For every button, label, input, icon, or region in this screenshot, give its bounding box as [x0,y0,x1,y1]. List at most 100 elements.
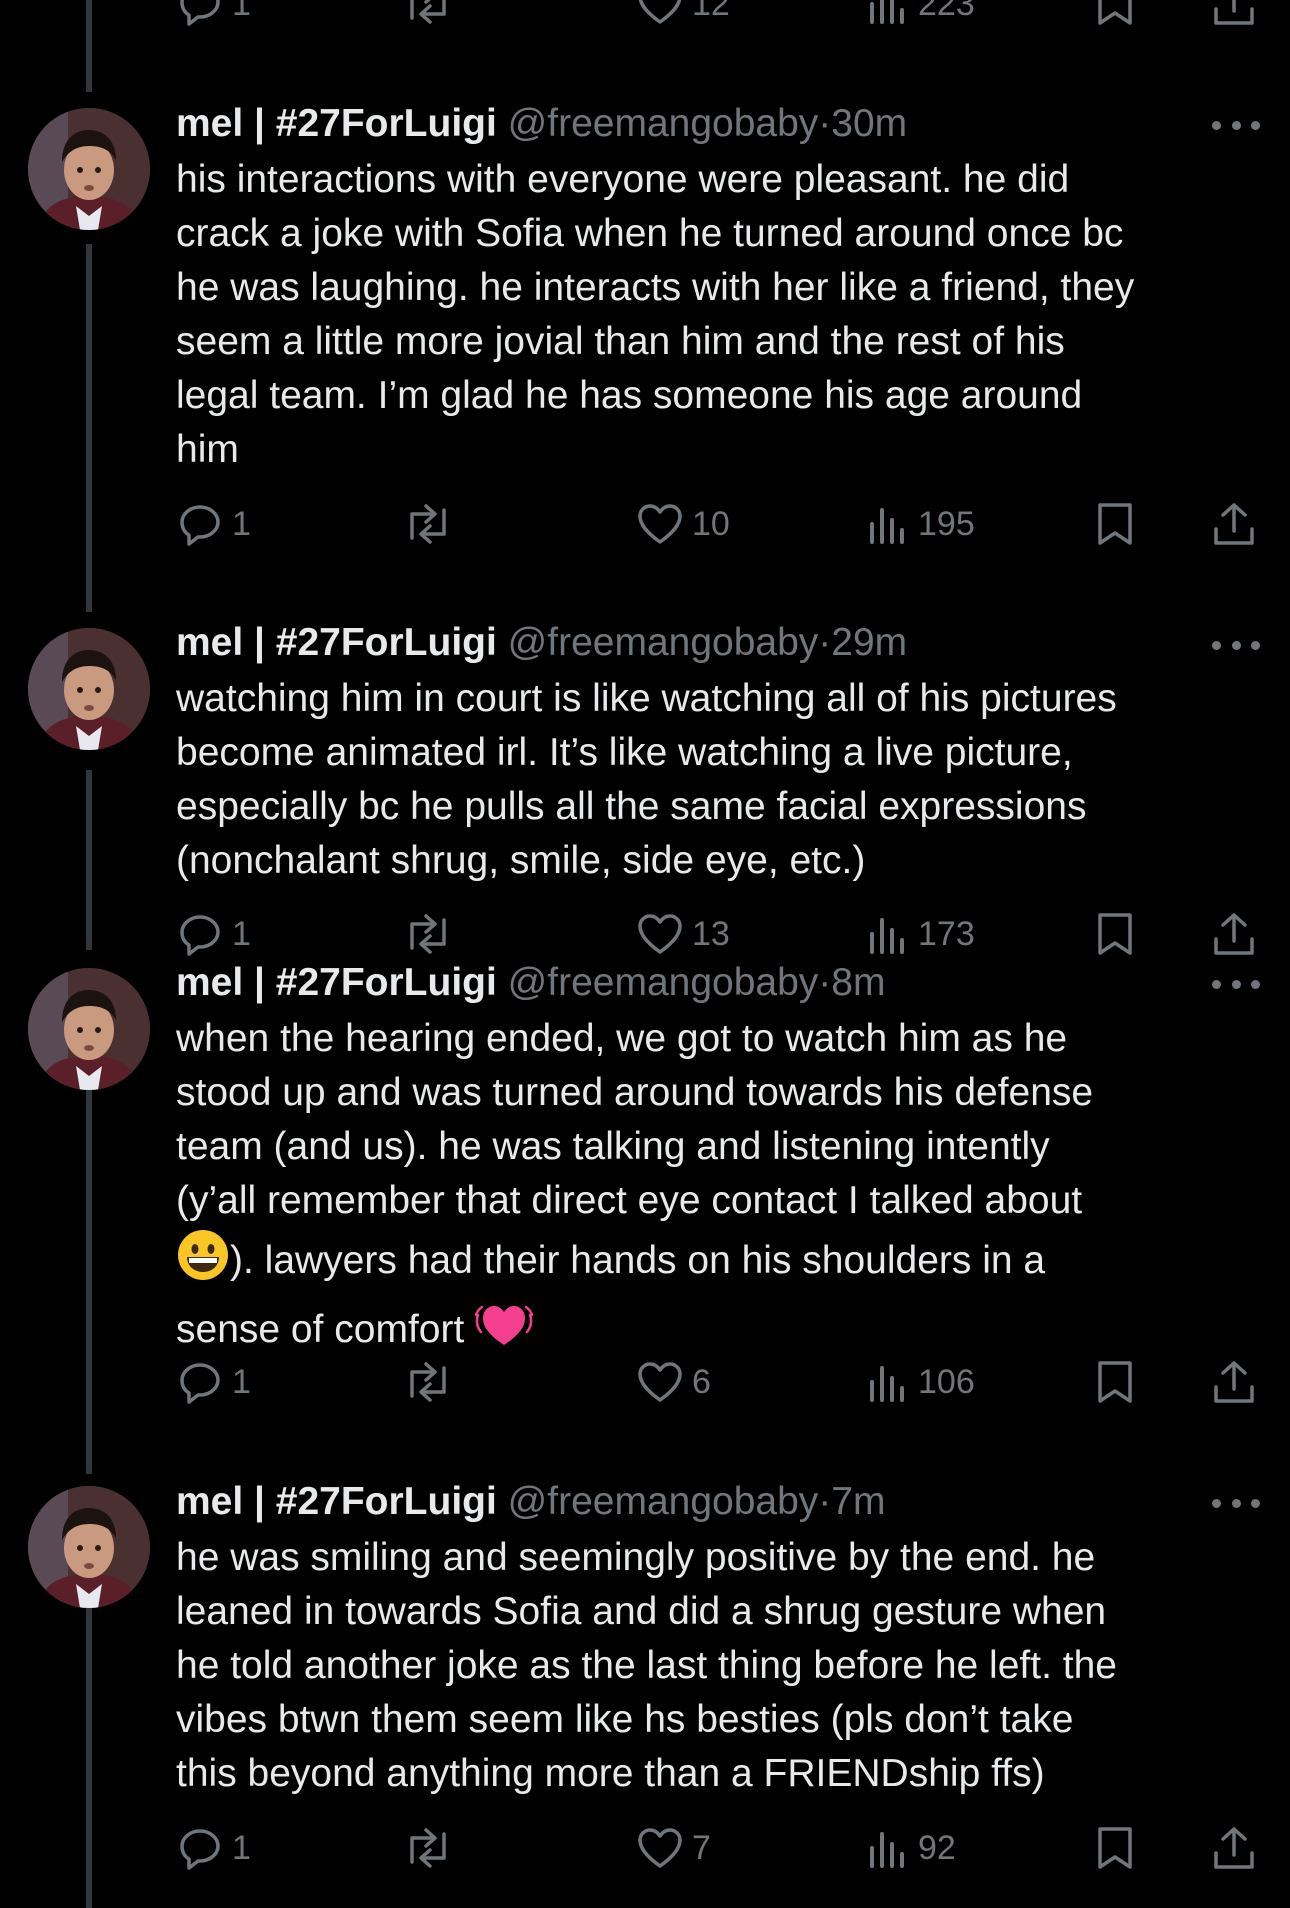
tweet-text: when the hearing ended, we got to watch … [176,1012,1246,1366]
share-icon [1214,1827,1254,1869]
tweet-header: mel | #27ForLuigi @freemangobaby·7m [176,1477,885,1527]
timestamp[interactable]: 30m [831,102,907,145]
more-options-button[interactable] [1212,638,1260,652]
more-options-button[interactable] [1212,977,1260,991]
like-button[interactable]: 7 [636,1824,711,1872]
more-dot-icon [1212,1498,1221,1508]
more-dot-icon [1251,979,1260,989]
reply-icon [180,915,220,956]
like-button[interactable]: 13 [636,910,730,958]
bookmark-button[interactable] [1094,1358,1136,1406]
reply-button[interactable]: 1 [176,1824,251,1872]
share-icon [1214,1361,1254,1403]
reply-icon [180,1363,220,1404]
more-dot-icon [1212,640,1221,650]
thread-line [86,1090,92,1474]
user-handle[interactable]: @freemangobaby [508,961,819,1004]
share-button[interactable] [1212,0,1256,28]
timestamp[interactable]: 7m [831,1480,885,1523]
bookmark-button[interactable] [1094,910,1136,958]
display-name[interactable]: mel | #27ForLuigi [176,621,497,664]
profile-photo [28,1486,150,1608]
separator: · [818,1480,832,1523]
like-button[interactable]: 12 [636,0,730,28]
more-dot-icon [1251,640,1260,650]
reply-button[interactable]: 1 [176,910,251,958]
like-button[interactable]: 6 [636,1358,711,1406]
user-handle[interactable]: @freemangobaby [508,621,819,664]
views-button[interactable]: 173 [866,910,975,958]
display-name[interactable]: mel | #27ForLuigi [176,1480,497,1523]
tweet-text: his interactions with everyone were plea… [176,158,1135,471]
retweet-icon [410,1828,446,1868]
like-count: 7 [692,1828,711,1867]
views-icon [870,1832,904,1868]
avatar[interactable] [28,1486,150,1608]
share-button[interactable] [1212,1824,1256,1872]
reply-button[interactable]: 1 [176,500,251,548]
tweet-actions: 1 6 106 [0,1358,1290,1406]
share-icon [1214,913,1254,955]
reply-button[interactable]: 1 [176,1358,251,1406]
profile-photo [28,628,150,750]
more-options-button[interactable] [1212,1496,1260,1510]
separator: · [818,102,832,145]
share-button[interactable] [1212,1358,1256,1406]
retweet-button[interactable] [400,1358,456,1406]
retweet-button[interactable] [400,500,456,548]
retweet-icon [410,914,446,954]
bookmark-icon [1098,913,1132,955]
avatar[interactable] [28,628,150,750]
display-name[interactable]: mel | #27ForLuigi [176,102,497,145]
reply-icon [180,0,220,26]
views-button[interactable]: 106 [866,1358,975,1406]
timestamp[interactable]: 8m [831,961,885,1004]
retweet-icon [410,0,446,24]
views-button[interactable]: 92 [866,1824,956,1872]
share-icon [1214,503,1254,545]
bookmark-button[interactable] [1094,500,1136,548]
timestamp[interactable]: 29m [831,621,907,664]
views-button[interactable]: 195 [866,500,975,548]
tweet-header: mel | #27ForLuigi @freemangobaby·30m [176,99,907,149]
retweet-button[interactable] [400,1824,456,1872]
reply-count: 1 [232,0,251,23]
previous-tweet-actions: 1 12 223 [0,0,1290,28]
reply-count: 1 [232,1828,251,1867]
bookmark-icon [1098,0,1132,25]
user-handle[interactable]: @freemangobaby [508,102,819,145]
reply-count: 1 [232,914,251,953]
avatar[interactable] [28,968,150,1090]
heart-icon [638,1362,682,1402]
share-button[interactable] [1212,910,1256,958]
views-count: 173 [918,914,975,953]
tweet-text: watching him in court is like watching a… [176,677,1117,882]
bookmark-icon [1098,503,1132,545]
like-count: 6 [692,1362,711,1401]
more-dot-icon [1231,979,1241,989]
more-dot-icon [1212,120,1221,130]
views-button[interactable]: 223 [866,0,975,28]
retweet-icon [410,504,446,544]
tweet-header: mel | #27ForLuigi @freemangobaby·29m [176,618,907,668]
display-name[interactable]: mel | #27ForLuigi [176,961,497,1004]
share-button[interactable] [1212,500,1256,548]
bookmark-button[interactable] [1094,1824,1136,1872]
thread-line [86,244,92,612]
retweet-button[interactable] [400,910,456,958]
profile-photo [28,968,150,1090]
separator: · [818,961,832,1004]
like-button[interactable]: 10 [636,500,730,548]
retweet-button[interactable] [400,0,456,28]
avatar[interactable] [28,108,150,230]
views-icon [870,1366,904,1402]
more-options-button[interactable] [1212,118,1260,132]
heart-icon [638,914,682,954]
bookmark-button[interactable] [1094,0,1136,28]
user-handle[interactable]: @freemangobaby [508,1480,819,1523]
reply-button[interactable]: 1 [176,0,251,28]
views-icon [870,0,904,24]
beating-heart-emoji [474,1297,534,1366]
heart-icon [638,0,682,24]
more-dot-icon [1251,1498,1260,1508]
